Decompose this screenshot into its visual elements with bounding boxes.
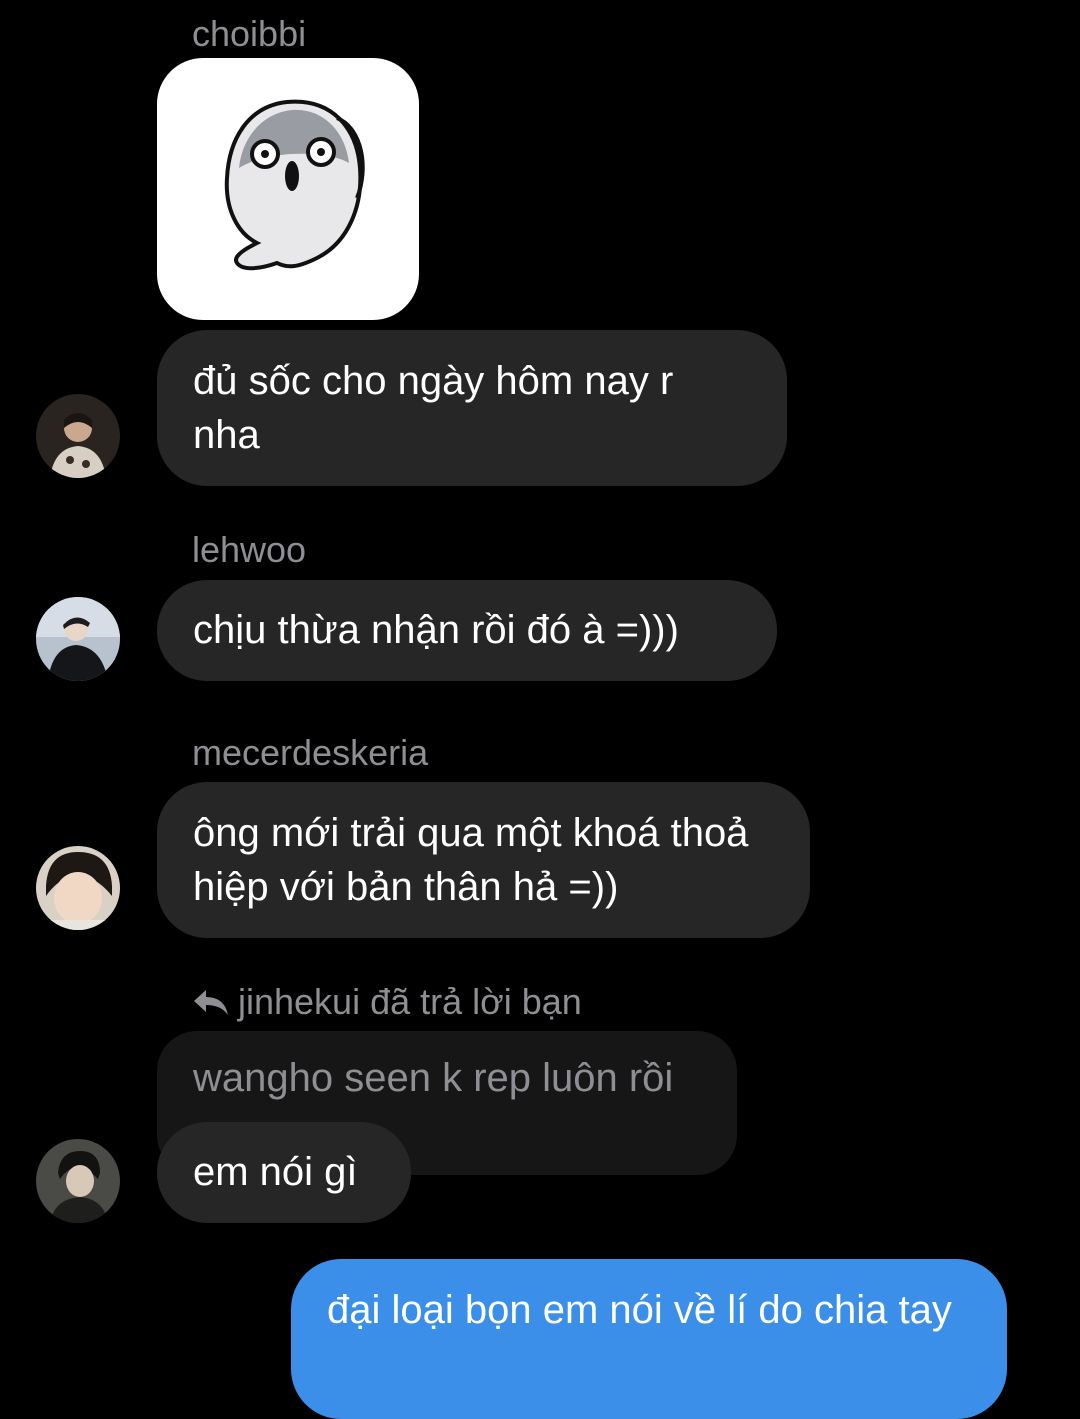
message-bubble[interactable]: em nói gì bbox=[157, 1122, 411, 1223]
message-text: đại loại bọn em nói về lí do chia tay bbox=[327, 1288, 952, 1332]
message-bubble[interactable]: ông mới trải qua một khoá thoả hiệp với … bbox=[157, 782, 810, 938]
sender-name: mecerdeskeria bbox=[192, 732, 429, 773]
avatar[interactable] bbox=[36, 597, 120, 681]
message-bubble[interactable]: đủ sốc cho ngày hôm nay r nha bbox=[157, 330, 787, 486]
sender-name: lehwoo bbox=[192, 529, 307, 570]
reply-label-text: jinhekui đã trả lời bạn bbox=[238, 981, 582, 1022]
sender-name: choibbi bbox=[192, 13, 307, 54]
quoted-text: wangho seen k rep luôn rồi bbox=[193, 1056, 674, 1100]
reply-arrow-icon bbox=[194, 990, 228, 1015]
avatar[interactable] bbox=[36, 846, 120, 930]
message-text: đủ sốc cho ngày hôm nay r nha bbox=[193, 359, 674, 457]
message-text: em nói gì bbox=[193, 1150, 358, 1194]
avatar[interactable] bbox=[36, 394, 120, 478]
avatar[interactable] bbox=[36, 1139, 120, 1223]
message-bubble[interactable]: chịu thừa nhận rồi đó à =))) bbox=[157, 580, 777, 681]
outgoing-message-bubble[interactable]: đại loại bọn em nói về lí do chia tay bbox=[291, 1259, 1007, 1419]
sticker-message[interactable] bbox=[157, 58, 419, 320]
reply-indicator: jinhekui đã trả lời bạn bbox=[192, 982, 582, 1022]
message-text: chịu thừa nhận rồi đó à =))) bbox=[193, 608, 679, 652]
message-text: ông mới trải qua một khoá thoả hiệp với … bbox=[193, 811, 749, 909]
surprised-ghost-sticker-icon bbox=[224, 99, 365, 271]
